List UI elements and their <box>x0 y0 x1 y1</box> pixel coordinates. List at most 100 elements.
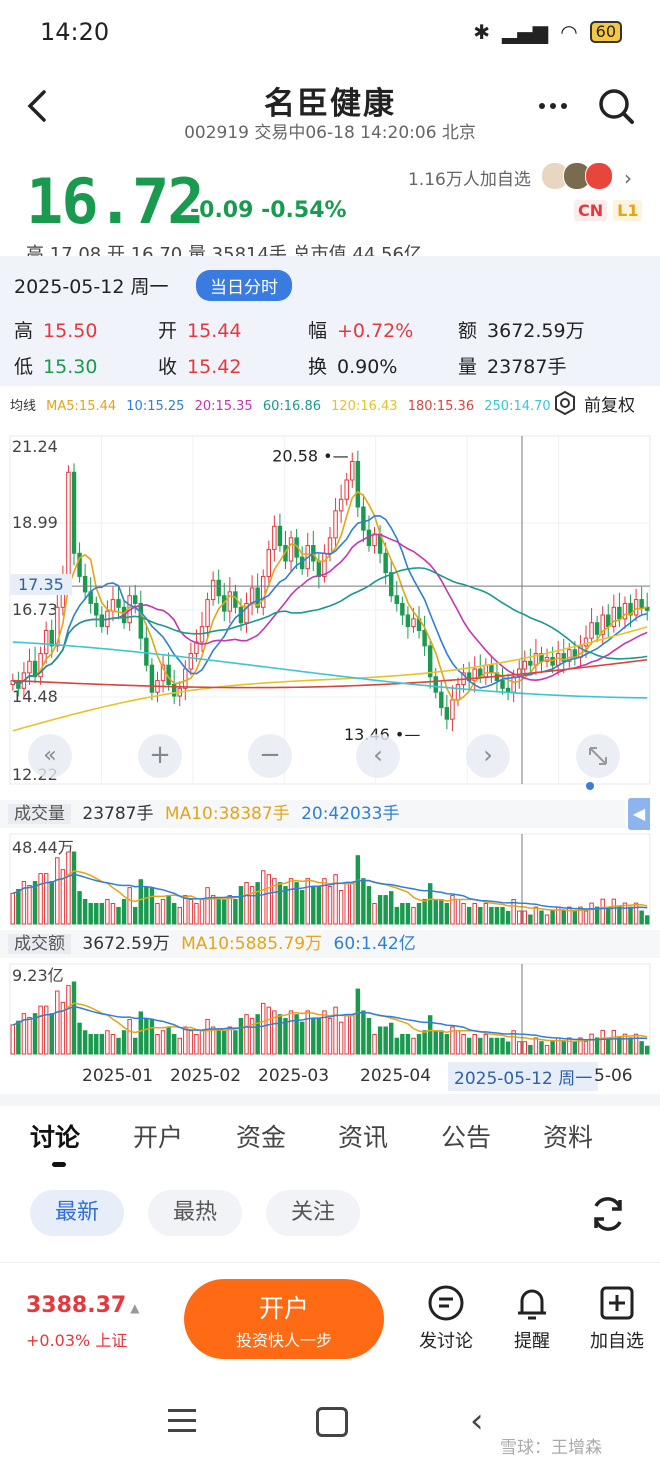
volume-bar <box>82 1030 88 1055</box>
tab-discussion[interactable]: 讨论 <box>30 1118 80 1154</box>
y-tick-label: 16.73 <box>12 600 58 619</box>
filter-following[interactable]: 关注 <box>266 1190 360 1236</box>
tab-funds[interactable]: 资金 <box>236 1118 286 1154</box>
volume-bar <box>572 910 578 925</box>
volume-bar <box>494 1037 500 1055</box>
volume-value: 23787手 <box>82 804 154 824</box>
volume-bar <box>455 899 461 925</box>
volume-bar <box>433 899 438 925</box>
candle-body <box>288 537 294 562</box>
add-watchlist-button[interactable]: 加自选 <box>582 1283 652 1353</box>
more-button[interactable] <box>537 96 573 116</box>
volume-bar <box>327 1017 333 1055</box>
bluetooth-icon: ✱ <box>473 20 491 44</box>
scroll-prev-button[interactable]: ‹ <box>356 734 400 778</box>
candle-body <box>344 479 349 500</box>
volume-bar <box>567 906 572 925</box>
volume-bar <box>472 902 477 925</box>
intraday-button[interactable]: 当日分时 <box>196 270 292 301</box>
volume-bar <box>583 910 589 925</box>
menu-nav-icon[interactable] <box>168 1409 196 1432</box>
volume-bar <box>372 1034 377 1055</box>
candle-body <box>444 707 450 720</box>
volume-bar <box>71 851 77 925</box>
volume-bar <box>32 1013 38 1055</box>
chevron-right-icon[interactable]: › <box>624 166 632 190</box>
candle-body <box>350 460 355 481</box>
volume-bar <box>350 882 355 925</box>
volume-bar <box>288 1010 294 1055</box>
volume-bar <box>427 883 433 925</box>
page-indicator-dot <box>586 782 594 790</box>
volume-bar <box>277 1014 283 1055</box>
amount-value: 3672.59万 <box>82 934 170 954</box>
volume-bar <box>110 1034 116 1055</box>
volume-bar <box>82 899 88 925</box>
candle-body <box>455 683 461 701</box>
tab-open-account[interactable]: 开户 <box>133 1118 183 1154</box>
volume-bar <box>16 888 21 925</box>
volume-bar <box>66 851 71 925</box>
candle-body <box>266 548 272 577</box>
volume-bar <box>377 895 383 925</box>
watchers-avatars[interactable] <box>541 162 613 190</box>
volume-bar <box>16 1020 21 1055</box>
volume-bar <box>411 1037 416 1055</box>
refresh-button[interactable] <box>586 1192 630 1236</box>
volume-bar <box>589 902 594 925</box>
volume-bar <box>355 988 361 1055</box>
tab-news[interactable]: 资讯 <box>338 1118 388 1154</box>
volume-bar <box>433 1030 438 1055</box>
volume-bar <box>132 1037 138 1055</box>
avatar <box>585 162 613 190</box>
volume-bar <box>338 890 344 925</box>
volume-bar <box>494 906 500 925</box>
index-value[interactable]: 3388.37 ▲ <box>26 1293 139 1318</box>
candle-body <box>277 525 283 547</box>
tab-announcements[interactable]: 公告 <box>441 1118 491 1154</box>
x-tick: 2025-03 <box>258 1066 330 1086</box>
filter-latest[interactable]: 最新 <box>30 1190 124 1236</box>
back-nav-icon[interactable]: ‹ <box>470 1401 484 1441</box>
volume-bar <box>283 886 288 925</box>
scroll-next-button[interactable]: › <box>466 734 510 778</box>
candle-body <box>205 599 210 628</box>
volume-bar <box>216 899 221 925</box>
discuss-button[interactable]: 发讨论 <box>414 1283 478 1353</box>
scroll-left-button[interactable]: « <box>28 734 72 778</box>
stat-high: 高 15.50 <box>14 320 98 342</box>
watchers-count[interactable]: 1.16万人加自选 <box>408 165 531 190</box>
volume-bar <box>583 1041 589 1055</box>
zoom-out-button[interactable]: − <box>248 734 292 778</box>
volume-bar <box>439 899 444 925</box>
kline-chart[interactable]: 21.2418.9916.7314.4812.2220.58 •—13.46 •… <box>0 420 660 800</box>
market-badges: CN L1 <box>574 200 643 221</box>
adjust-button[interactable]: 前复权 <box>552 390 635 416</box>
volume-chart[interactable] <box>0 830 660 926</box>
fullscreen-button[interactable] <box>576 734 620 778</box>
add-square-icon <box>600 1286 634 1320</box>
volume-bar <box>522 1041 528 1055</box>
home-nav-icon[interactable] <box>316 1407 348 1437</box>
volume-bar <box>411 906 416 925</box>
battery-icon: 60 <box>589 21 622 43</box>
zoom-in-button[interactable]: + <box>138 734 182 778</box>
search-button[interactable] <box>596 86 636 126</box>
candle-body <box>355 460 361 508</box>
candle-body <box>361 506 366 531</box>
volume-bar <box>439 1030 444 1055</box>
volume-bar <box>483 1034 489 1055</box>
open-account-button[interactable]: 开户 投资快人一步 <box>184 1279 384 1359</box>
remind-label: 提醒 <box>514 1331 550 1352</box>
volume-bar <box>194 1034 199 1055</box>
volume-bar <box>416 902 422 925</box>
tab-profile[interactable]: 资料 <box>543 1118 593 1154</box>
volume-bar <box>194 902 199 925</box>
filter-hot[interactable]: 最热 <box>148 1190 242 1236</box>
candle-body <box>316 560 322 577</box>
volume-bar <box>539 1041 544 1055</box>
candle-body <box>388 572 394 597</box>
remind-button[interactable]: 提醒 <box>500 1283 564 1353</box>
amount-chart[interactable] <box>0 960 660 1056</box>
side-panel-toggle[interactable]: ◀ <box>628 798 650 830</box>
